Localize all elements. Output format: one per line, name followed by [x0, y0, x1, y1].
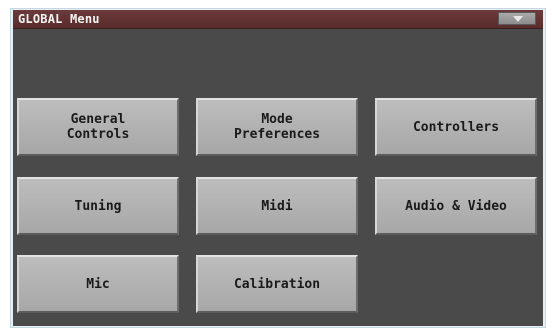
controllers-label: Controllers: [412, 119, 500, 135]
midi-button[interactable]: Midi: [196, 177, 358, 235]
tuning-label: Tuning: [74, 198, 122, 214]
general-controls-label: General Controls: [66, 112, 130, 142]
global-menu-screen: GLOBAL Menu General Controls Mode Prefer…: [13, 10, 543, 326]
mode-preferences-label: Mode Preferences: [233, 112, 321, 142]
general-controls-button[interactable]: General Controls: [17, 98, 179, 156]
page-menu-button[interactable]: [498, 12, 536, 25]
audio-video-label: Audio & Video: [405, 198, 507, 214]
calibration-label: Calibration: [233, 276, 321, 292]
mode-preferences-button[interactable]: Mode Preferences: [196, 98, 358, 156]
audio-video-button[interactable]: Audio & Video: [375, 177, 537, 235]
mic-label: Mic: [86, 276, 110, 292]
chevron-down-icon: [513, 16, 523, 22]
title-bar: GLOBAL Menu: [13, 10, 543, 29]
mic-button[interactable]: Mic: [17, 255, 179, 313]
page-title: GLOBAL Menu: [18, 12, 100, 26]
controllers-button[interactable]: Controllers: [375, 98, 537, 156]
midi-label: Midi: [261, 198, 293, 214]
calibration-button[interactable]: Calibration: [196, 255, 358, 313]
tuning-button[interactable]: Tuning: [17, 177, 179, 235]
